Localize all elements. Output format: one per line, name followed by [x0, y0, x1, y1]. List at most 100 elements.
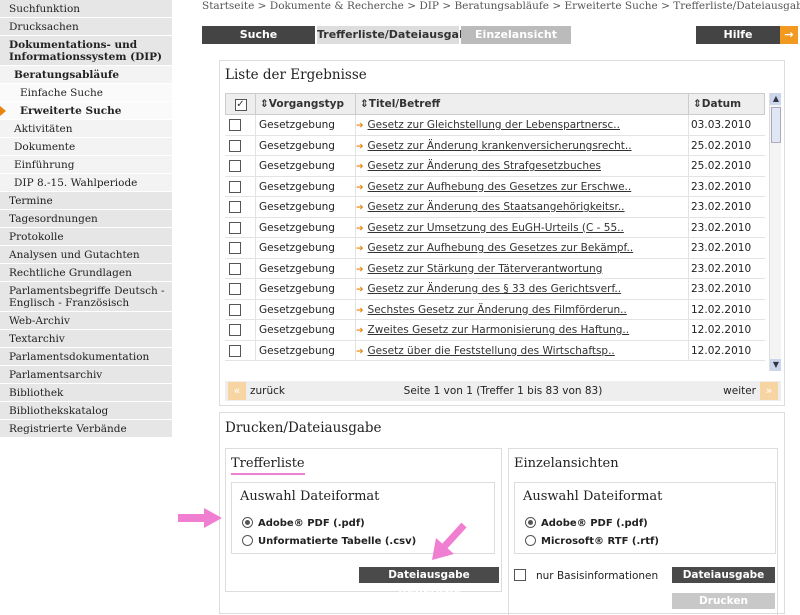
row-datum: 25.02.2010	[691, 160, 752, 172]
radio-icon[interactable]	[525, 535, 536, 546]
radio-einzel-rtf[interactable]: Microsoft® RTF (.rtf)	[525, 535, 659, 547]
row-title-link[interactable]: Zweites Gesetz zur Harmonisierung des Ha…	[368, 324, 630, 336]
row-checkbox[interactable]	[229, 324, 241, 336]
next-page-icon[interactable]: »	[760, 382, 778, 400]
row-checkbox[interactable]	[229, 139, 241, 152]
table-row[interactable]: Gesetzgebung ➔ Gesetz zur Aufhebung des Ge…	[225, 238, 765, 259]
row-title-link[interactable]: Gesetz zur Aufhebung des Gesetzes zur Be…	[368, 242, 634, 254]
row-title-link[interactable]: Gesetz zur Gleichstellung der Lebenspart…	[368, 119, 620, 131]
sidebar-item-termine[interactable]: Termine	[0, 192, 172, 210]
sidebar-item-registrierte-verbaende[interactable]: Registrierte Verbände	[0, 420, 172, 438]
sidebar-item-web-archiv[interactable]: Web-Archiv	[0, 312, 172, 330]
row-title-link[interactable]: Gesetz zur Änderung krankenversicherungs…	[368, 140, 632, 152]
sidebar-item-dokumente[interactable]: Dokumente	[0, 138, 172, 156]
sidebar-item-suchfunktion[interactable]: Suchfunktion	[0, 0, 172, 18]
table-row[interactable]: Gesetzgebung ➔ Gesetz zur Aufhebung des Ge…	[225, 176, 765, 197]
sidebar-item-parlamentsdokumentation[interactable]: Parlamentsdokumentation	[0, 348, 172, 366]
basisinfo-checkbox-row[interactable]: nur Basisinformationen	[514, 569, 658, 582]
sidebar-item-parlamentsarchiv[interactable]: Parlamentsarchiv	[0, 366, 172, 384]
row-checkbox[interactable]	[229, 201, 241, 213]
column-header-titel[interactable]: ⇕Titel/Betreff	[356, 94, 689, 114]
sidebar-item-dip[interactable]: Dokumentations- und Informationssystem (…	[0, 36, 172, 66]
table-row[interactable]: Gesetzgebung ➔ Gesetz zur Gleichstellung d…	[225, 115, 765, 136]
results-scrollbar[interactable]: ▲ ▼	[769, 93, 781, 371]
sidebar-item-parlamentsbegriffe[interactable]: Parlamentsbegriffe Deutsch - Englisch - …	[0, 282, 172, 312]
radio-label: Adobe® PDF (.pdf)	[258, 518, 365, 529]
help-button[interactable]: Hilfe	[696, 26, 780, 44]
breadcrumb[interactable]: Startseite > Dokumente & Recherche > DIP…	[202, 0, 800, 12]
sidebar-item-beratungsablaeufe[interactable]: Beratungsabläufe	[0, 66, 172, 84]
table-row[interactable]: Gesetzgebung ➔ Zweites Gesetz zur Harmonis…	[225, 320, 765, 341]
arrow-right-icon: ➔	[356, 285, 364, 295]
basisinfo-label: nur Basisinformationen	[536, 570, 659, 582]
table-row[interactable]: Gesetzgebung ➔ Gesetz zur Änderung des Sta…	[225, 197, 765, 218]
row-checkbox[interactable]	[229, 119, 241, 131]
table-row[interactable]: Gesetzgebung ➔ Gesetz zur Änderung des § 3…	[225, 279, 765, 300]
column-header-datum[interactable]: ⇕Datum	[689, 94, 766, 114]
sidebar-item-analysen[interactable]: Analysen und Gutachten	[0, 246, 172, 264]
row-title-link[interactable]: Gesetz über die Feststellung des Wirtsch…	[368, 345, 615, 357]
sidebar-item-tagesordnungen[interactable]: Tagesordnungen	[0, 210, 172, 228]
arrow-right-icon: ➔	[356, 203, 364, 213]
dateiausgabe-button[interactable]: Dateiausgabe	[672, 567, 775, 583]
scroll-up-icon[interactable]: ▲	[770, 93, 781, 105]
row-title-link[interactable]: Gesetz zur Änderung des § 33 des Gericht…	[368, 283, 622, 295]
sidebar-item-bibliothek[interactable]: Bibliothek	[0, 384, 172, 402]
basisinfo-checkbox[interactable]	[514, 569, 526, 581]
sidebar-item-dip-8-15[interactable]: DIP 8.-15. Wahlperiode	[0, 174, 172, 192]
scroll-thumb[interactable]	[771, 107, 781, 143]
sidebar-item-bibliothekskatalog[interactable]: Bibliothekskatalog	[0, 402, 172, 420]
row-datum: 23.02.2010	[691, 242, 752, 254]
row-checkbox[interactable]	[229, 344, 241, 357]
table-row[interactable]: Gesetzgebung ➔ Gesetz zur Änderung des Str…	[225, 156, 765, 177]
row-title-link[interactable]: Gesetz zur Stärkung der Täterverantwortu…	[368, 263, 603, 275]
row-checkbox[interactable]	[229, 303, 241, 316]
row-checkbox[interactable]	[229, 283, 241, 295]
radio-treffer-pdf[interactable]: Adobe® PDF (.pdf)	[242, 517, 365, 529]
tab-suche[interactable]: Suche	[202, 26, 315, 44]
arrow-right-icon: ➔	[356, 223, 364, 234]
radio-icon[interactable]	[525, 517, 536, 528]
arrow-right-icon: ➔	[356, 182, 364, 193]
row-title-link[interactable]: Gesetz zur Aufhebung des Gesetzes zur Er…	[368, 181, 632, 193]
sidebar-item-textarchiv[interactable]: Textarchiv	[0, 330, 172, 348]
row-checkbox[interactable]	[229, 180, 241, 193]
radio-icon[interactable]	[242, 535, 253, 546]
dateiausgabe-trefferliste-button[interactable]: Dateiausgabe Trefferliste	[359, 567, 499, 597]
tab-einzelansicht[interactable]: Einzelansicht	[461, 26, 571, 44]
sidebar-item-rechtliche-grundlagen[interactable]: Rechtliche Grundlagen	[0, 264, 172, 282]
radio-icon[interactable]	[242, 517, 253, 528]
next-page-link[interactable]: weiter	[723, 385, 756, 397]
drucken-button[interactable]: Drucken	[672, 593, 775, 609]
sidebar-item-drucksachen[interactable]: Drucksachen	[0, 18, 172, 36]
sidebar-item-protokolle[interactable]: Protokolle	[0, 228, 172, 246]
scroll-down-icon[interactable]: ▼	[770, 359, 781, 371]
row-checkbox[interactable]	[229, 242, 241, 254]
radio-treffer-csv[interactable]: Unformatierte Tabelle (.csv)	[242, 535, 416, 547]
tab-trefferliste[interactable]: Trefferliste/Dateiausgabe	[317, 26, 474, 44]
row-title-link[interactable]: Gesetz zur Änderung des Strafgesetzbuche…	[368, 160, 601, 172]
row-title-link[interactable]: Gesetz zur Umsetzung des EuGH-Urteils (C…	[368, 222, 624, 234]
column-header-vorgangstyp[interactable]: ⇕Vorgangstyp	[256, 94, 356, 114]
sidebar-item-einfuehrung[interactable]: Einführung	[0, 156, 172, 174]
radio-einzel-pdf[interactable]: Adobe® PDF (.pdf)	[525, 517, 648, 529]
sidebar-item-aktivitaeten[interactable]: Aktivitäten	[0, 120, 172, 138]
table-row[interactable]: Gesetzgebung ➔ Gesetz zur Stärkung der Tät…	[225, 258, 765, 279]
table-row[interactable]: Gesetzgebung ➔ Sechstes Gesetz zur Änderun…	[225, 299, 765, 320]
row-checkbox[interactable]	[229, 160, 241, 172]
table-row[interactable]: Gesetzgebung ➔ Gesetz zur Änderung kranken…	[225, 135, 765, 156]
sidebar-item-erweiterte-suche[interactable]: Erweiterte Suche	[0, 102, 172, 120]
table-row[interactable]: Gesetzgebung ➔ Gesetz über die Feststellun…	[225, 340, 765, 361]
table-row[interactable]: Gesetzgebung ➔ Gesetz zur Umsetzung des Eu…	[225, 217, 765, 238]
radio-label: Microsoft® RTF (.rtf)	[541, 536, 659, 547]
arrow-right-icon: ➔	[356, 141, 364, 152]
row-checkbox[interactable]	[229, 262, 241, 275]
select-all-checkbox[interactable]: ✓	[226, 94, 256, 114]
row-datum: 23.02.2010	[691, 201, 752, 213]
results-rows: Gesetzgebung ➔ Gesetz zur Gleichstellung d…	[225, 115, 765, 361]
sidebar-item-einfache-suche[interactable]: Einfache Suche	[0, 84, 172, 102]
row-title-link[interactable]: Sechstes Gesetz zur Änderung des Filmför…	[368, 304, 627, 316]
row-checkbox[interactable]	[229, 221, 241, 234]
arrow-right-icon[interactable]: →	[780, 26, 798, 44]
row-title-link[interactable]: Gesetz zur Änderung des Staatsangehörigk…	[368, 201, 625, 213]
